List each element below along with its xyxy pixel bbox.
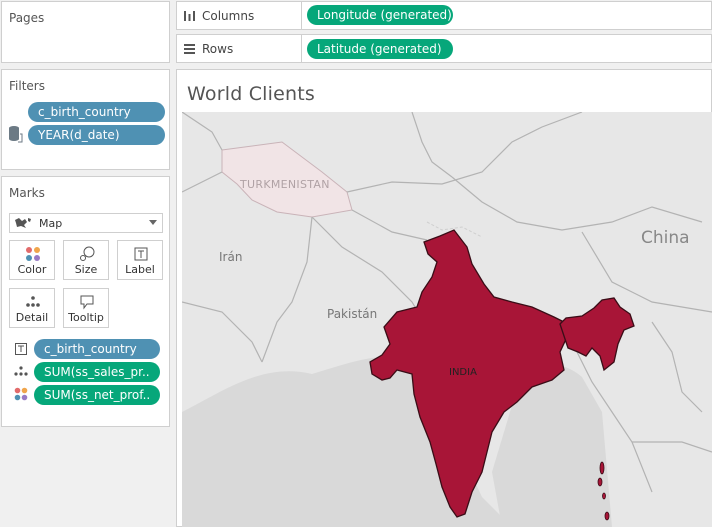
rows-icon xyxy=(184,44,195,54)
color-button[interactable]: Color xyxy=(9,240,55,280)
size-button-label: Size xyxy=(74,263,98,276)
tooltip-icon xyxy=(80,295,94,310)
rows-pill-latitude[interactable]: Latitude (generated) xyxy=(307,39,453,59)
size-icon xyxy=(80,246,95,261)
columns-icon xyxy=(184,11,195,21)
mark-type-label: Map xyxy=(39,217,63,230)
color-button-label: Color xyxy=(17,263,47,276)
marks-panel[interactable]: Marks Map Color Size Label Detail Toolti… xyxy=(1,176,170,427)
map-label-turkmenistan: TURKMENISTAN xyxy=(240,178,330,191)
label-icon xyxy=(134,247,148,261)
marks-field-sales[interactable]: SUM(ss_sales_pr.. xyxy=(34,362,160,382)
pages-panel[interactable]: Pages xyxy=(1,1,170,63)
pages-title: Pages xyxy=(9,11,45,25)
label-button-label: Label xyxy=(125,263,155,276)
mark-type-dropdown[interactable]: Map xyxy=(9,213,163,233)
view-title: World Clients xyxy=(187,83,315,105)
filters-title: Filters xyxy=(9,79,45,93)
columns-shelf[interactable]: Columns Longitude (generated) xyxy=(176,1,712,30)
marks-field-birth-country[interactable]: c_birth_country xyxy=(34,339,160,359)
tooltip-button[interactable]: Tooltip xyxy=(63,288,109,328)
india-northeast[interactable] xyxy=(559,297,635,372)
detail-button-label: Detail xyxy=(15,311,49,324)
detail-dots-icon xyxy=(14,366,28,376)
map-label-india: INDIA xyxy=(449,367,477,378)
columns-divider xyxy=(301,2,302,29)
database-icon xyxy=(9,126,23,143)
marks-field-net-profit[interactable]: SUM(ss_net_prof.. xyxy=(34,385,160,405)
map-label-pakistan: Pakistán xyxy=(327,307,378,321)
filter-pill-year[interactable]: YEAR(d_date) xyxy=(28,125,165,145)
map-icon xyxy=(15,218,31,228)
tooltip-button-label: Tooltip xyxy=(68,311,104,324)
map-view[interactable]: TURKMENISTAN Irán Pakistán China INDIA xyxy=(182,112,712,527)
rows-divider xyxy=(301,35,302,62)
columns-pill-longitude[interactable]: Longitude (generated) xyxy=(307,5,453,25)
columns-label: Columns xyxy=(202,9,255,23)
chevron-down-icon xyxy=(149,220,157,225)
size-button[interactable]: Size xyxy=(63,240,109,280)
filters-panel[interactable]: Filters c_birth_country YEAR(d_date) xyxy=(1,69,170,170)
color-dots-icon xyxy=(14,387,28,401)
marks-title: Marks xyxy=(9,186,45,200)
map-label-iran: Irán xyxy=(219,250,243,264)
color-icon xyxy=(26,247,40,261)
rows-shelf[interactable]: Rows Latitude (generated) xyxy=(176,34,712,63)
map-label-china: China xyxy=(641,228,690,248)
rows-label: Rows xyxy=(202,42,234,56)
detail-button[interactable]: Detail xyxy=(9,288,55,328)
label-button[interactable]: Label xyxy=(117,240,163,280)
detail-icon xyxy=(26,296,40,307)
filter-pill-birth-country[interactable]: c_birth_country xyxy=(28,102,165,122)
map-canvas[interactable] xyxy=(182,112,712,527)
text-label-icon xyxy=(15,343,27,355)
